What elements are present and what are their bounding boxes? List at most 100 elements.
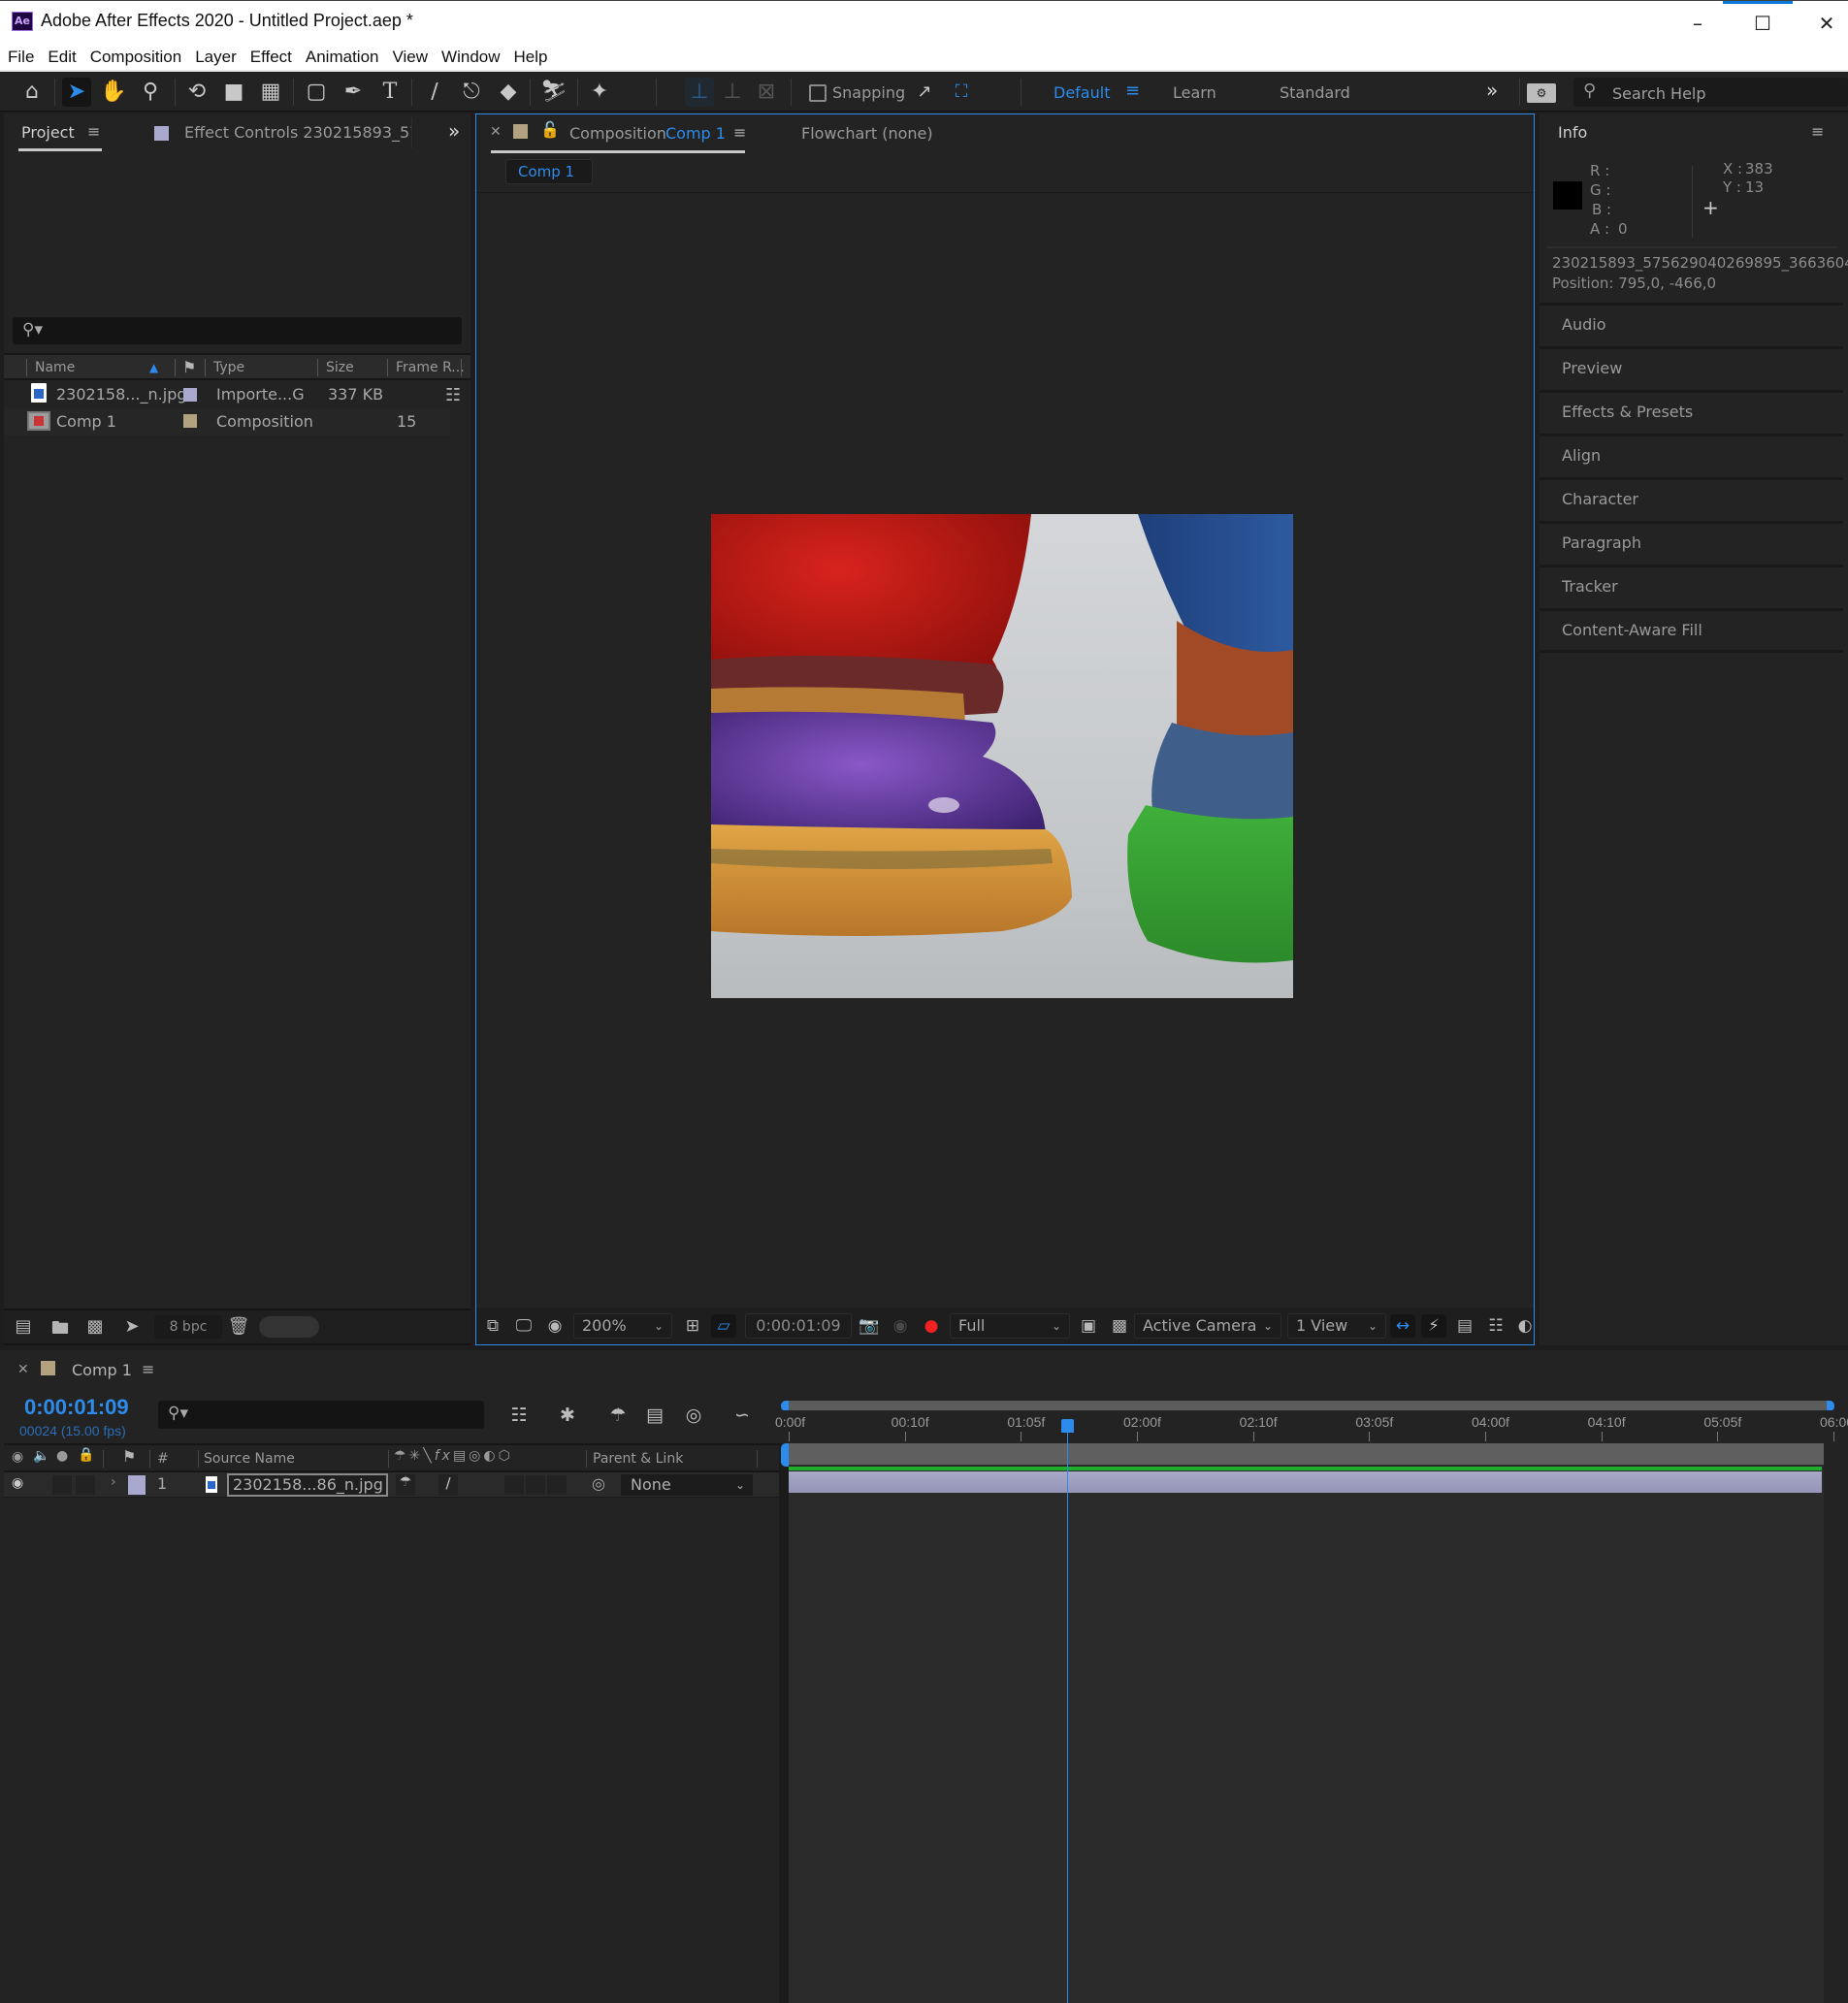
interpret-footage-icon[interactable]: ▤ <box>10 1316 37 1340</box>
workspace-default[interactable]: Default <box>1054 83 1110 102</box>
horizontal-scrollbar[interactable] <box>259 1316 319 1338</box>
close-tab-icon[interactable]: ✕ <box>490 124 502 140</box>
adjustment-layer-switch[interactable] <box>526 1475 545 1495</box>
rotation-tool-icon[interactable]: ⟲ <box>182 78 211 107</box>
panel-menu-icon[interactable]: ≡ <box>733 123 746 142</box>
maximize-button[interactable]: ☐ <box>1734 7 1792 40</box>
transparency-grid-icon[interactable]: ▩ <box>1107 1314 1132 1338</box>
minimize-button[interactable]: – <box>1669 7 1727 40</box>
brush-tool-icon[interactable]: ∕ <box>420 78 449 107</box>
close-button[interactable]: ✕ <box>1798 7 1848 40</box>
local-axis-icon[interactable]: ⊥ <box>685 78 714 107</box>
timeline-search-input[interactable]: ⚲▾ <box>158 1401 484 1429</box>
panel-menu-icon[interactable]: ≡ <box>142 1360 154 1378</box>
panel-tracker[interactable]: Tracker <box>1540 565 1843 606</box>
exposure-icon[interactable]: ◐ <box>1512 1314 1538 1338</box>
project-item[interactable]: Comp 1 Composition 15 <box>4 408 450 436</box>
show-snapshot-icon[interactable]: ◉ <box>888 1314 913 1338</box>
layer-row[interactable]: ◉ › 1 2302158...86_n.jpg ☂ ∕ ◎ None ⌄ <box>4 1472 781 1498</box>
pick-whip-icon[interactable]: ◎ <box>592 1474 605 1493</box>
lock-icon[interactable]: 🔓 <box>540 120 560 139</box>
world-axis-icon[interactable]: ⊥ <box>718 78 747 107</box>
snap-edges-icon[interactable]: ↗ <box>910 78 939 107</box>
clone-stamp-tool-icon[interactable]: ⎋ <box>457 78 486 107</box>
shy-switch-icon[interactable]: ☂ <box>396 1474 415 1496</box>
motion-blur-switch[interactable] <box>504 1475 524 1495</box>
label-swatch[interactable] <box>128 1475 146 1495</box>
view-layout-dropdown[interactable]: 1 View ⌄ <box>1287 1313 1386 1339</box>
current-time-display[interactable]: 0:00:01:09 <box>745 1313 852 1339</box>
camera-tool-icon[interactable]: ■ <box>219 78 248 107</box>
channels-icon[interactable]: ● <box>919 1314 944 1338</box>
panel-menu-icon[interactable]: ≡ <box>1811 122 1824 141</box>
composition-tab-name[interactable]: Comp 1 <box>665 124 726 143</box>
snapping-checkbox[interactable] <box>809 84 827 102</box>
current-time[interactable]: 0:00:01:09 <box>24 1395 129 1420</box>
layer-switches-icons[interactable]: ☂✳╲fx▤◎◐⬡ <box>394 1448 513 1464</box>
tab-flowchart[interactable]: Flowchart (none) <box>801 124 933 143</box>
project-item[interactable]: 2302158..._n.jpg Importe...G 337 KB <box>4 381 450 408</box>
monitor-output-icon[interactable]: 🖵 <box>511 1314 536 1338</box>
panel-preview[interactable]: Preview <box>1540 346 1843 388</box>
video-toggle-icon[interactable]: ◉ <box>12 1449 23 1465</box>
panel-effects-presets[interactable]: Effects & Presets <box>1540 390 1843 432</box>
new-folder-icon[interactable]: 🖿 <box>47 1316 74 1340</box>
column-source-name[interactable]: Source Name <box>204 1451 295 1467</box>
layer-name[interactable]: 2302158...86_n.jpg <box>227 1473 388 1497</box>
menu-animation[interactable]: Animation <box>298 45 385 67</box>
audio-toggle[interactable] <box>52 1475 72 1495</box>
region-of-interest-icon[interactable]: ▣ <box>1076 1314 1101 1338</box>
composition-mini-flowchart-icon[interactable]: ☷ <box>504 1405 534 1430</box>
project-search-input[interactable]: ⚲▾ <box>13 317 462 344</box>
draft-3d-icon[interactable]: ✱ <box>553 1405 582 1430</box>
panel-paragraph[interactable]: Paragraph <box>1540 521 1843 563</box>
selection-tool-icon[interactable]: ➤ <box>62 78 91 107</box>
flowchart-icon[interactable]: ☷ <box>445 385 461 405</box>
grid-guides-icon[interactable]: ⊞ <box>680 1314 705 1338</box>
sync-settings-icon[interactable]: ⚙ <box>1527 83 1556 103</box>
shy-layers-icon[interactable]: ☂ <box>603 1405 632 1430</box>
close-tab-icon[interactable]: ✕ <box>17 1362 29 1377</box>
eraser-tool-icon[interactable]: ◆ <box>494 78 523 107</box>
menu-help[interactable]: Help <box>506 45 554 67</box>
timeline-icon[interactable]: ▤ <box>1452 1314 1477 1338</box>
type-tool-icon[interactable]: T <box>375 78 405 107</box>
timeline-track-area[interactable] <box>789 1443 1848 2003</box>
resolution-dropdown[interactable]: Full ⌄ <box>950 1313 1070 1339</box>
time-navigator-bar[interactable] <box>784 1401 1834 1410</box>
composition-tab-prefix[interactable]: Composition <box>569 124 666 143</box>
menu-file[interactable]: File <box>0 45 40 67</box>
always-preview-icon[interactable]: ⧉ <box>480 1314 505 1338</box>
sort-ascending-icon[interactable]: ▲ <box>149 361 158 374</box>
snapshot-icon[interactable]: 📷 <box>857 1314 882 1338</box>
workspace-standard[interactable]: Standard <box>1280 83 1350 102</box>
label-column-icon[interactable]: ⚑ <box>122 1447 136 1466</box>
composition-viewer[interactable] <box>476 193 1534 1308</box>
composition-image[interactable] <box>711 514 1293 998</box>
menu-view[interactable]: View <box>385 45 435 67</box>
menu-edit[interactable]: Edit <box>40 45 81 67</box>
expand-chevron-icon[interactable]: › <box>111 1474 116 1490</box>
tab-project[interactable]: Project <box>21 123 75 142</box>
zoom-tool-icon[interactable]: ⚲ <box>136 78 165 107</box>
playhead-line[interactable] <box>1067 1424 1069 2003</box>
pen-tool-icon[interactable]: ✒ <box>339 78 368 107</box>
playhead-handle[interactable] <box>1061 1419 1075 1433</box>
work-area-bar[interactable] <box>784 1443 1834 1465</box>
more-workspaces-icon[interactable]: » <box>1486 79 1498 102</box>
motion-blur-icon[interactable]: ◎ <box>679 1405 708 1430</box>
camera-view-dropdown[interactable]: Active Camera ⌄ <box>1134 1313 1281 1339</box>
more-panels-icon[interactable]: » <box>448 119 460 143</box>
label-swatch[interactable] <box>183 388 197 402</box>
column-type[interactable]: Type <box>213 360 244 375</box>
column-parent-link[interactable]: Parent & Link <box>593 1451 683 1467</box>
column-frame-rate[interactable]: Frame R... <box>396 360 465 375</box>
time-ruler[interactable]: 0:00f 00:10f 01:05f 02:00f 02:10f 03:05f 04:00… <box>775 1410 1848 1443</box>
magnification-dropdown[interactable]: 200% ⌄ <box>573 1313 672 1339</box>
graph-editor-icon[interactable]: ∽ <box>728 1405 757 1430</box>
column-size[interactable]: Size <box>326 360 354 375</box>
tab-comp-1[interactable]: Comp 1 <box>72 1361 132 1379</box>
menu-layer[interactable]: Layer <box>187 45 243 67</box>
solo-toggle[interactable] <box>76 1475 95 1495</box>
roto-brush-tool-icon[interactable]: ⛷ <box>539 78 568 107</box>
